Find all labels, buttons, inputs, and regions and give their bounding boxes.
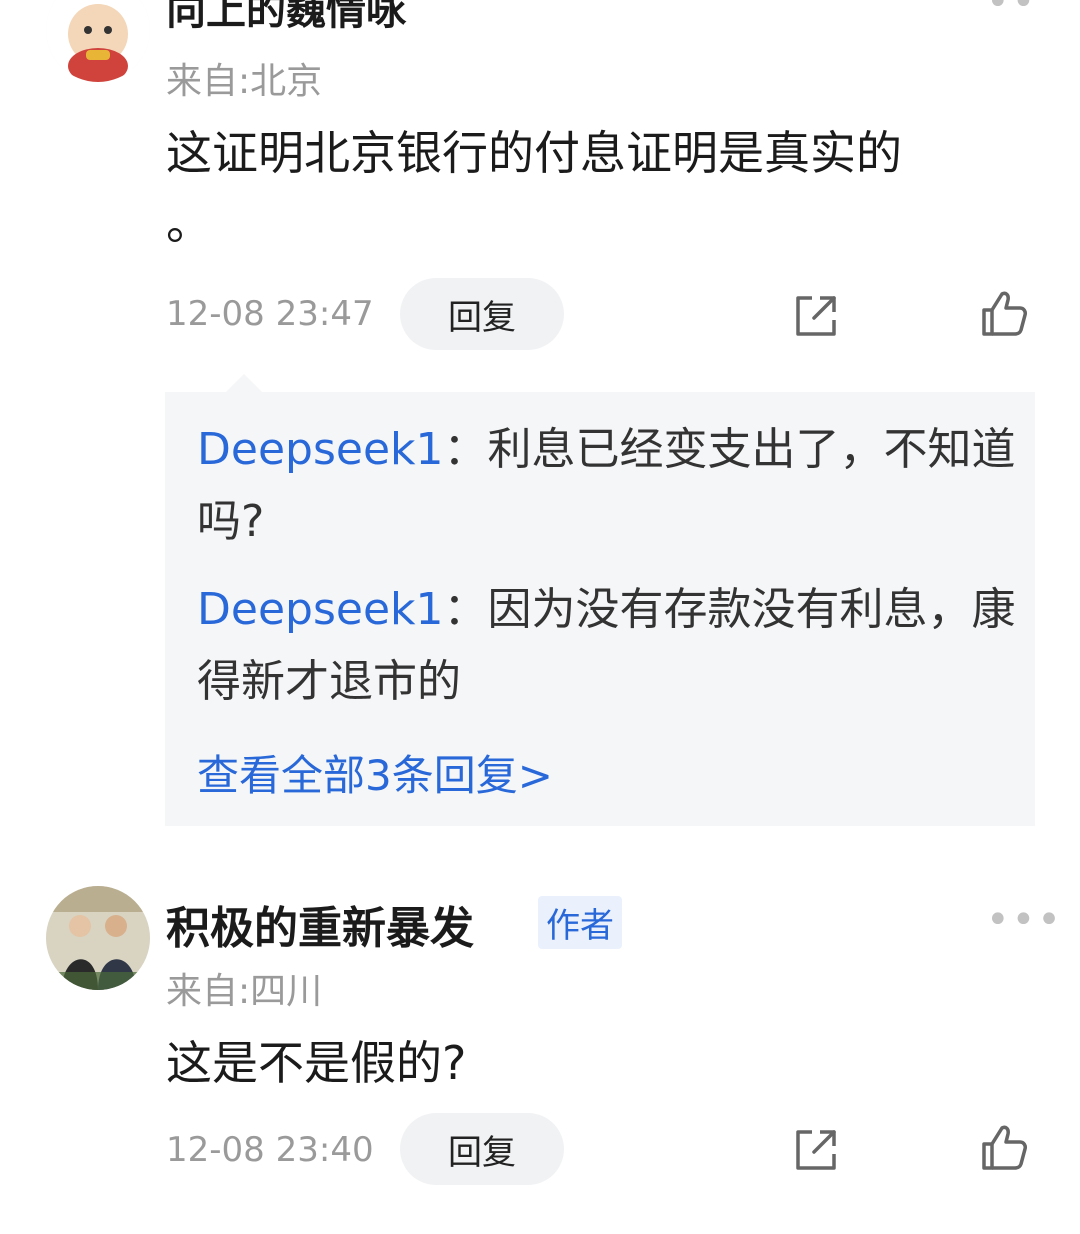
comment-location: 来自:北京 xyxy=(166,61,323,102)
comment-username[interactable]: 积极的重新暴发 xyxy=(166,892,474,956)
reply-button[interactable]: 回复 xyxy=(400,278,564,350)
thumbs-up-icon xyxy=(982,1125,1027,1170)
comment-content: 这证明北京银行的付息证明是真实的 。 xyxy=(166,126,902,250)
share-button[interactable] xyxy=(790,290,842,342)
reply-box-caret xyxy=(224,374,264,394)
like-button[interactable] xyxy=(978,288,1030,340)
like-button[interactable] xyxy=(978,1122,1030,1174)
more-options-button[interactable]: ••• xyxy=(986,900,1063,940)
more-icon: ••• xyxy=(986,0,1034,14)
share-button[interactable] xyxy=(790,1124,842,1176)
avatar[interactable] xyxy=(46,886,150,990)
comment-time: 12-08 23:47 xyxy=(166,294,374,334)
comment-time: 12-08 23:40 xyxy=(166,1130,374,1170)
comment-username[interactable]: 向上的巍情咏 xyxy=(166,0,406,36)
reply-item[interactable]: Deepseek1：利息已经变支出了，不知道吗? xyxy=(197,414,1027,558)
view-all-replies-link[interactable]: 查看全部3条回复> xyxy=(197,742,553,803)
reply-button[interactable]: 回复 xyxy=(400,1113,564,1185)
share-icon xyxy=(796,296,836,336)
author-badge: 作者 xyxy=(538,896,622,949)
replies-panel: Deepseek1：利息已经变支出了，不知道吗? Deepseek1：因为没有存… xyxy=(165,392,1035,826)
reply-separator: ： xyxy=(443,424,488,475)
avatar-image xyxy=(46,0,150,82)
avatar[interactable] xyxy=(46,0,150,82)
thumbs-up-icon xyxy=(982,291,1027,336)
comment-content: 这是不是假的? xyxy=(166,1036,467,1090)
reply-username[interactable]: Deepseek1 xyxy=(197,584,444,635)
comment-location: 来自:四川 xyxy=(166,971,323,1012)
more-options-button[interactable]: ••• xyxy=(986,0,1034,14)
reply-username[interactable]: Deepseek1 xyxy=(197,424,444,475)
reply-separator: ： xyxy=(443,584,488,635)
share-icon xyxy=(796,1130,836,1170)
avatar-image xyxy=(46,886,150,990)
reply-item[interactable]: Deepseek1：因为没有存款没有利息，康得新才退市的 xyxy=(197,574,1027,718)
